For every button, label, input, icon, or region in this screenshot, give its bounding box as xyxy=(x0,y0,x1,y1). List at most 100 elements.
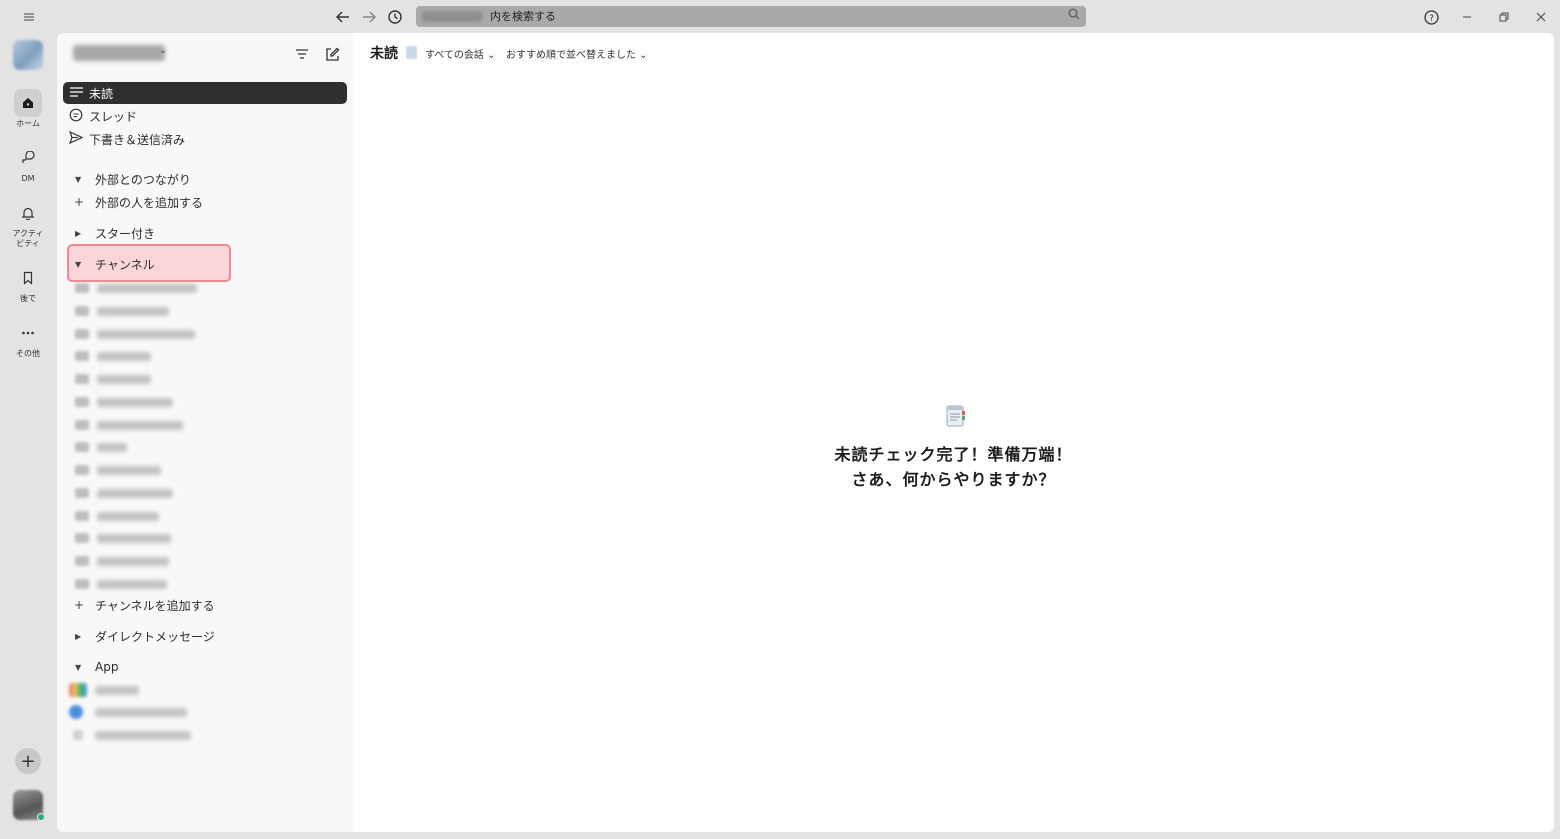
add-external-button[interactable]: + 外部の人を追加する xyxy=(71,192,203,212)
add-channel-button[interactable]: + チャンネルを追加する xyxy=(71,595,215,615)
section-external-label: 外部とのつながり xyxy=(95,172,191,187)
section-direct-messages[interactable]: ▶ ダイレクトメッセージ xyxy=(71,626,215,646)
caret-right-icon: ▶ xyxy=(75,228,82,238)
rail-activity-label: アクティ ビティ xyxy=(12,229,44,248)
plus-icon: + xyxy=(74,598,85,612)
channel-item[interactable] xyxy=(75,393,173,411)
app-item[interactable] xyxy=(69,703,187,721)
filter-icon[interactable] xyxy=(291,43,313,65)
add-app-button[interactable] xyxy=(69,726,191,744)
dm-icon xyxy=(14,144,42,172)
notepad-icon xyxy=(944,404,966,428)
section-dm-label: ダイレクトメッセージ xyxy=(95,629,215,644)
channel-item[interactable] xyxy=(75,575,167,593)
compose-icon[interactable] xyxy=(321,43,343,65)
rail-dm[interactable]: DM xyxy=(6,144,50,184)
empty-state-heading: 未読チェック完了！準備万端！ xyxy=(834,445,1073,464)
more-icon xyxy=(14,319,42,347)
minimize-icon[interactable] xyxy=(1456,6,1478,28)
sort-dropdown[interactable]: おすすめ順で並べ替えました ⌄ xyxy=(506,46,648,61)
arrow-right-icon[interactable] xyxy=(358,6,380,28)
hash-icon xyxy=(75,511,89,521)
rail-more[interactable]: その他 xyxy=(6,319,50,359)
channel-item[interactable] xyxy=(75,416,183,434)
hash-icon xyxy=(75,533,89,543)
channel-item[interactable] xyxy=(75,347,151,365)
bookmark-icon xyxy=(14,264,42,292)
channel-item[interactable] xyxy=(75,484,173,502)
empty-state-subheading: さあ、何からやりますか？ xyxy=(851,470,1056,489)
caret-down-icon: ▼ xyxy=(75,174,82,184)
section-channels[interactable]: ▼ チャンネル xyxy=(71,254,155,274)
rail-activity[interactable]: アクティ ビティ xyxy=(6,199,50,249)
app-item[interactable] xyxy=(69,681,139,699)
workspace-name-blurred[interactable] xyxy=(73,45,165,61)
rail-home-label: ホーム xyxy=(16,119,40,128)
channel-item[interactable] xyxy=(75,552,169,570)
workspace-avatar[interactable] xyxy=(13,40,43,70)
clock-icon[interactable] xyxy=(384,6,406,28)
rail-dm-label: DM xyxy=(21,174,35,183)
nav-unread[interactable]: 未読 xyxy=(63,82,347,104)
hamburger-icon[interactable] xyxy=(18,6,40,28)
section-app-label: App xyxy=(95,660,119,674)
hash-icon xyxy=(75,397,89,407)
question-circle-icon[interactable]: ? xyxy=(1420,6,1442,28)
magnifier-icon xyxy=(1068,8,1080,23)
channel-item[interactable] xyxy=(75,370,151,388)
channel-item[interactable] xyxy=(75,461,161,479)
hash-icon xyxy=(75,556,89,566)
section-starred[interactable]: ▶ スター付き xyxy=(71,223,155,243)
slack-app-window: 内を検索する ? ホーム DM アクティ ビティ 後で その他 + ⌄ 未読 ス… xyxy=(0,0,1560,839)
hash-icon xyxy=(75,442,89,452)
nav-threads[interactable]: スレッド xyxy=(63,105,347,127)
app-icon xyxy=(69,705,83,719)
channel-item[interactable] xyxy=(75,302,169,320)
hash-icon xyxy=(75,351,89,361)
hash-icon xyxy=(75,329,89,339)
home-icon xyxy=(14,89,42,117)
add-channel-label: チャンネルを追加する xyxy=(95,598,215,613)
conversation-filter-dropdown[interactable]: すべての会話 ⌄ xyxy=(425,46,495,61)
plus-icon: + xyxy=(74,195,85,209)
list-icon xyxy=(63,86,89,100)
presence-dot xyxy=(37,813,45,821)
hash-icon xyxy=(75,488,89,498)
add-external-label: 外部の人を追加する xyxy=(95,195,204,210)
rail-more-label: その他 xyxy=(16,349,40,358)
rail-home[interactable]: ホーム xyxy=(6,89,50,129)
channel-item[interactable] xyxy=(75,438,127,456)
caret-down-icon: ▼ xyxy=(75,259,82,269)
app-icon xyxy=(69,683,87,697)
hash-icon xyxy=(75,579,89,589)
page-title: 未読 xyxy=(370,46,398,62)
send-icon xyxy=(63,130,89,147)
nav-drafts-sent[interactable]: 下書き＆送信済み xyxy=(63,128,347,150)
chevron-down-icon: ⌄ xyxy=(159,45,168,56)
add-workspace-button[interactable]: + xyxy=(15,748,41,774)
caret-down-icon: ▼ xyxy=(75,662,82,672)
rail-later[interactable]: 後で xyxy=(6,264,50,304)
search-workspace-chip xyxy=(422,11,482,22)
section-app[interactable]: ▼ App xyxy=(71,657,118,677)
plus-icon: + xyxy=(20,750,36,772)
restore-icon[interactable] xyxy=(1493,6,1515,28)
hash-icon xyxy=(75,420,89,430)
search-input[interactable]: 内を検索する xyxy=(416,6,1086,27)
hash-icon xyxy=(75,374,89,384)
unread-badge xyxy=(406,46,417,59)
close-icon[interactable] xyxy=(1530,6,1552,28)
channel-item[interactable] xyxy=(75,325,195,343)
channel-item[interactable] xyxy=(75,279,197,297)
search-placeholder: 内を検索する xyxy=(490,10,556,23)
channel-item[interactable] xyxy=(75,507,159,525)
hash-icon xyxy=(75,283,89,293)
section-external[interactable]: ▼ 外部とのつながり xyxy=(71,169,191,189)
arrow-left-icon[interactable] xyxy=(332,6,354,28)
section-starred-label: スター付き xyxy=(95,226,156,241)
section-channels-label: チャンネル xyxy=(95,257,155,272)
nav-threads-label: スレッド xyxy=(89,109,138,124)
workspace-rail: ホーム DM アクティ ビティ 後で その他 + xyxy=(6,32,50,835)
bell-icon xyxy=(14,199,42,227)
channel-item[interactable] xyxy=(75,529,171,547)
